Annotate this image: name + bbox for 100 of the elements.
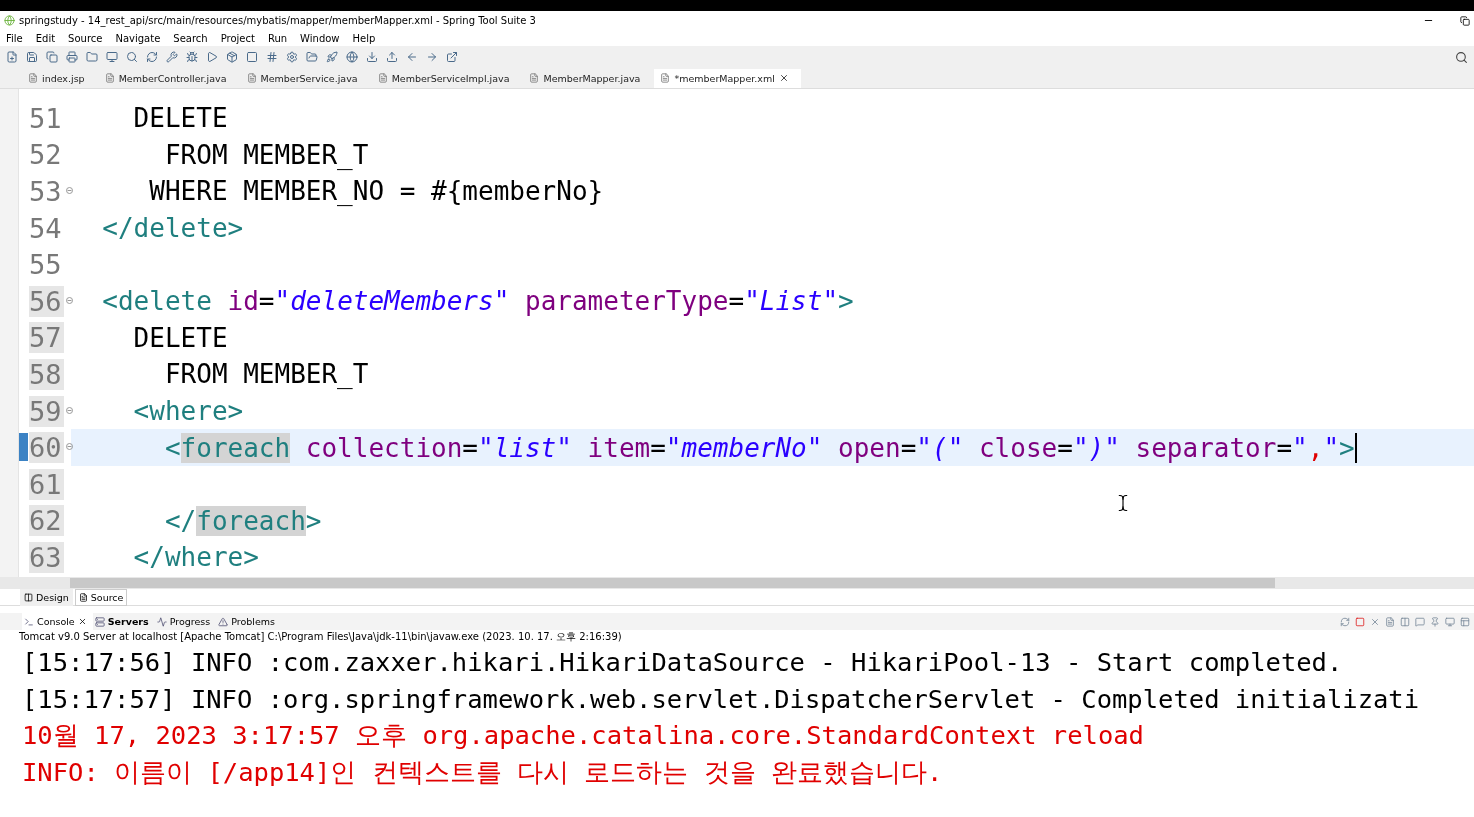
view-tab[interactable]: Progress bbox=[154, 613, 217, 630]
file-icon bbox=[78, 592, 88, 602]
text-caret bbox=[1354, 432, 1357, 463]
view-tab[interactable]: Servers bbox=[92, 613, 155, 630]
code-token: , bbox=[1307, 432, 1324, 463]
line-number: 62 bbox=[29, 505, 64, 537]
code-token: item bbox=[586, 432, 651, 463]
close-icon[interactable] bbox=[778, 73, 789, 83]
process-label: Tomcat v9.0 Server at localhost [Apache Tomcat] C:\Program Files\Java\jdk-11\bin\javaw.exe (2023. 10. 17. 오후 2:16:39) bbox=[18, 630, 623, 644]
view-tab[interactable]: Console bbox=[22, 613, 93, 630]
code-token: id bbox=[226, 286, 259, 317]
menu-item[interactable]: Run bbox=[267, 32, 288, 44]
view-icon bbox=[218, 616, 229, 627]
console-line: INFO: 이름이 [/app14]인 컨텍스트를 다시 로드하는 것을 완료했습니다. bbox=[22, 755, 944, 789]
download-icon[interactable] bbox=[366, 51, 378, 63]
menu-item[interactable]: Help bbox=[352, 32, 376, 44]
code-token: "List" bbox=[744, 286, 839, 317]
layout-icon[interactable] bbox=[1460, 616, 1470, 627]
refresh-icon[interactable] bbox=[146, 51, 158, 63]
bug-icon[interactable] bbox=[186, 51, 198, 63]
view-icon bbox=[94, 616, 105, 627]
new-file-icon[interactable] bbox=[6, 51, 18, 63]
window-title: springstudy - 14_rest_api/src/main/resources/mybatis/mapper/memberMapper.xml - Spring Tool Suite 3 bbox=[19, 15, 536, 26]
view-icon bbox=[156, 616, 167, 627]
editor-tab[interactable]: MemberController.java bbox=[98, 68, 239, 88]
code-token: </delete> bbox=[101, 213, 244, 244]
menu-item[interactable]: File bbox=[6, 32, 23, 44]
folder-open-icon[interactable] bbox=[306, 51, 318, 63]
monitor-icon[interactable] bbox=[1445, 616, 1455, 627]
rocket-icon[interactable] bbox=[326, 51, 338, 63]
forward-icon[interactable] bbox=[426, 51, 438, 63]
file-icon[interactable] bbox=[1385, 616, 1395, 627]
editor-tab[interactable]: index.jsp bbox=[22, 68, 97, 88]
monitor-icon[interactable] bbox=[106, 51, 118, 63]
wrench-icon[interactable] bbox=[166, 51, 178, 63]
file-icon bbox=[377, 73, 388, 83]
line-number: 58 bbox=[29, 358, 64, 390]
package-icon[interactable] bbox=[226, 51, 238, 63]
menu-item[interactable]: Edit bbox=[35, 32, 56, 44]
code-token: > bbox=[1339, 432, 1355, 463]
code-token: = bbox=[462, 432, 478, 463]
line-number: 54 bbox=[29, 212, 63, 244]
menu-item[interactable]: Search bbox=[173, 32, 208, 44]
code-token: DELETE bbox=[132, 103, 228, 134]
code-token: < bbox=[163, 432, 181, 463]
globe-icon[interactable] bbox=[346, 51, 358, 63]
search-icon[interactable] bbox=[126, 51, 138, 63]
view-icon bbox=[24, 616, 34, 627]
code-token: = bbox=[258, 286, 275, 317]
external-link-icon[interactable] bbox=[446, 51, 458, 63]
code-token: " bbox=[1292, 432, 1308, 463]
editor-tab[interactable]: MemberService.java bbox=[240, 68, 370, 88]
app-logo-icon bbox=[4, 15, 15, 26]
refresh-icon[interactable] bbox=[1340, 616, 1350, 627]
design-icon bbox=[24, 592, 33, 602]
code-token: "memberNo" bbox=[665, 432, 823, 463]
code-token: " bbox=[1323, 432, 1340, 463]
copy-icon[interactable] bbox=[46, 51, 58, 63]
restore-icon[interactable] bbox=[1460, 15, 1470, 26]
view-tab[interactable]: Problems bbox=[216, 613, 281, 630]
line-number: 51 bbox=[29, 102, 63, 134]
settings-icon[interactable] bbox=[286, 51, 298, 63]
code-token: close bbox=[977, 432, 1058, 463]
line-number: 63 bbox=[29, 541, 64, 573]
code-token: "deleteMembers" bbox=[274, 286, 510, 317]
search-icon[interactable] bbox=[1455, 50, 1468, 64]
scrollbar-thumb[interactable] bbox=[70, 578, 1275, 588]
stop-icon[interactable] bbox=[246, 51, 258, 63]
console-line: 10월 17, 2023 3:17:57 오후 org.apache.catalina.core.StandardContext reload bbox=[22, 719, 1145, 752]
editor-tab[interactable]: *memberMapper.xml bbox=[654, 68, 801, 88]
file-icon bbox=[28, 73, 38, 83]
back-icon[interactable] bbox=[406, 51, 418, 63]
line-number: 53 bbox=[29, 176, 63, 207]
save-icon[interactable] bbox=[26, 51, 38, 63]
code-token: </ bbox=[163, 505, 197, 536]
editor-tab[interactable]: MemberMapper.java bbox=[523, 68, 653, 88]
hash-icon[interactable] bbox=[266, 51, 278, 63]
file-icon bbox=[246, 73, 257, 83]
menu-item[interactable]: Source bbox=[68, 32, 103, 44]
code-token: <where> bbox=[132, 396, 244, 427]
print-icon[interactable] bbox=[66, 51, 78, 63]
editor-tab[interactable]: MemberServiceImpl.java bbox=[371, 68, 522, 88]
code-token: DELETE bbox=[132, 322, 228, 353]
close-icon[interactable] bbox=[77, 617, 87, 626]
menu-item[interactable]: Window bbox=[300, 32, 340, 44]
code-token: "list" bbox=[478, 432, 572, 463]
line-number: 52 bbox=[29, 139, 63, 171]
folder-icon[interactable] bbox=[86, 51, 98, 63]
line-number: 56 bbox=[29, 285, 64, 317]
line-number: 57 bbox=[29, 322, 64, 354]
columns-icon[interactable] bbox=[1400, 616, 1410, 627]
code-token: collection bbox=[304, 432, 463, 463]
code-token: "(" bbox=[916, 432, 964, 463]
menu-item[interactable]: Project bbox=[220, 32, 255, 44]
menu-item[interactable]: Navigate bbox=[115, 32, 161, 44]
stop-icon[interactable] bbox=[1355, 616, 1365, 627]
pin-icon[interactable] bbox=[1430, 616, 1440, 627]
play-icon[interactable] bbox=[206, 51, 218, 63]
code-token: foreach bbox=[196, 505, 306, 536]
upload-icon[interactable] bbox=[386, 51, 398, 63]
